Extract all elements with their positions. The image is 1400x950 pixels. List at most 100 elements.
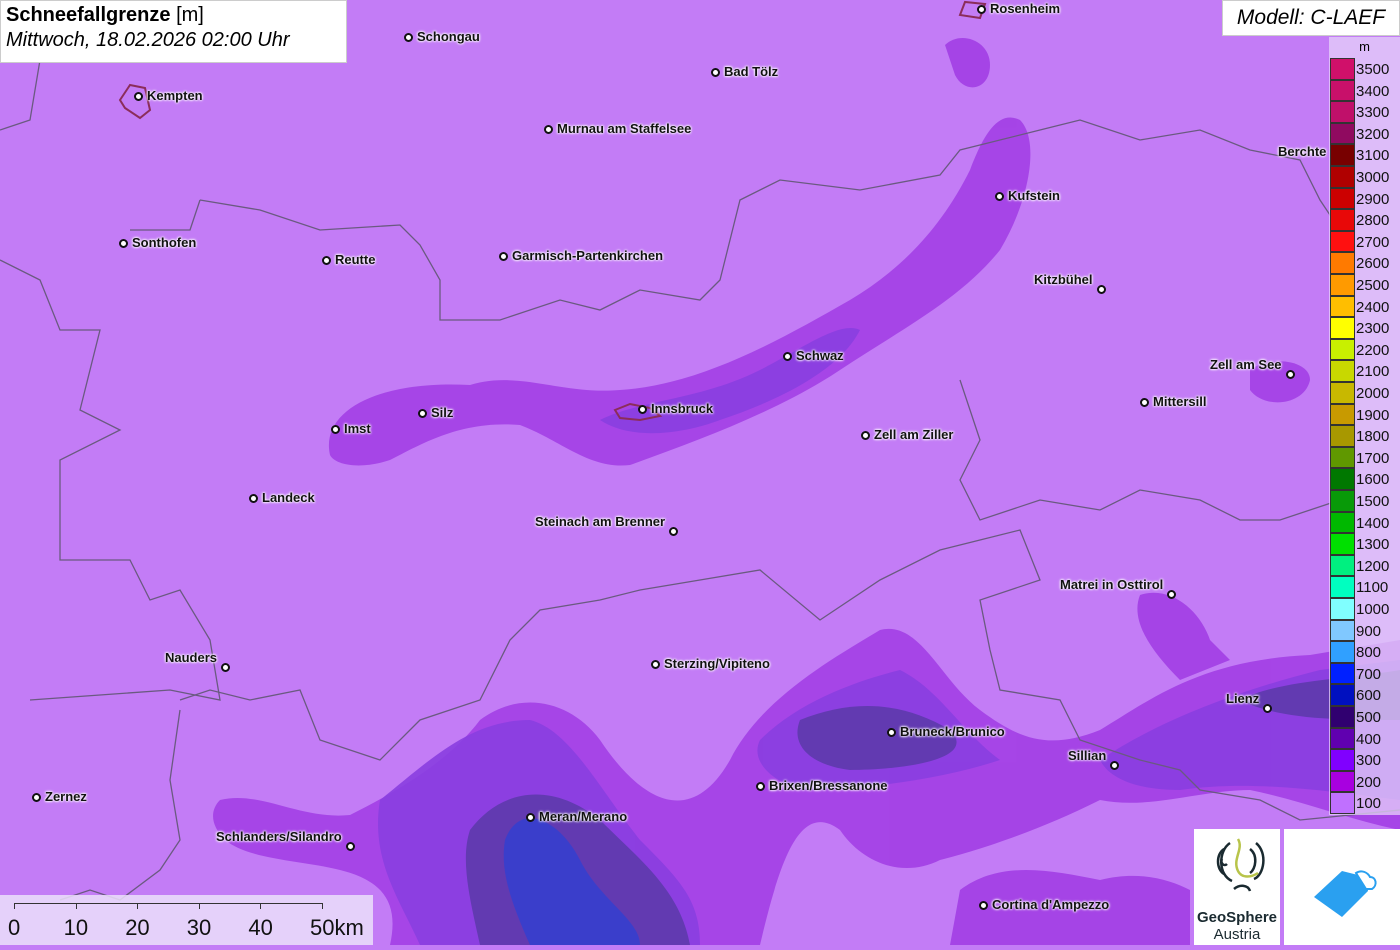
legend-swatch <box>1330 144 1355 166</box>
city-label: Steinach am Brenner <box>535 514 666 529</box>
legend-entry: 1000 <box>1330 598 1400 620</box>
model-label: Modell: C-LAEF <box>1222 0 1400 36</box>
legend-entry: 1300 <box>1330 533 1400 555</box>
legend-entry: 2600 <box>1330 252 1400 274</box>
city-dot <box>220 662 230 672</box>
scale-tick <box>198 903 200 909</box>
legend-swatch <box>1330 187 1355 210</box>
legend-entry: 1700 <box>1330 446 1400 469</box>
city-dot <box>417 408 427 418</box>
city-dot <box>498 251 508 261</box>
legend-entry: 2400 <box>1330 295 1400 318</box>
legend-entry: 2800 <box>1330 209 1400 231</box>
legend-entry: 1500 <box>1330 490 1400 512</box>
legend-label: 800 <box>1356 644 1382 662</box>
city-label: Berchte <box>1278 144 1327 159</box>
legend-swatch <box>1330 706 1355 728</box>
city-label: Reutte <box>335 252 376 267</box>
legend-entry: 700 <box>1330 662 1400 685</box>
map-title: Schneefallgrenze <box>6 4 171 26</box>
city-dot <box>1262 703 1272 713</box>
scale-label: 0 <box>8 915 21 940</box>
legend-swatch <box>1330 598 1355 620</box>
city-label: Garmisch-Partenkirchen <box>512 248 664 263</box>
legend-entry: 3000 <box>1330 166 1400 188</box>
city-label: Kufstein <box>1008 188 1060 203</box>
legend-entry: 1400 <box>1330 511 1400 534</box>
legend-label: 500 <box>1356 709 1382 726</box>
legend-entry: 1900 <box>1330 403 1400 426</box>
city-dot <box>248 493 258 503</box>
legend-label: 3100 <box>1356 147 1390 165</box>
legend-swatch <box>1330 317 1355 339</box>
legend-unit: m <box>1359 39 1370 54</box>
legend-swatch <box>1330 274 1355 296</box>
city-dot <box>321 255 331 265</box>
city-label: Kempten <box>147 88 203 103</box>
legend-swatch <box>1330 792 1355 814</box>
legend-entry: 2300 <box>1330 317 1400 339</box>
title-box: Schneefallgrenze [m] Mittwoch, 18.02.202… <box>0 0 347 63</box>
city-label: Meran/Merano <box>539 809 628 824</box>
city-dot <box>978 900 988 910</box>
legend-entry: 200 <box>1330 770 1400 793</box>
color-legend: m 3500 3400 3300 3200 3100 3000 2900 2800 2700 26… <box>1329 37 1400 815</box>
scale-tick <box>14 903 15 909</box>
city-dot <box>31 792 41 802</box>
legend-label: 900 <box>1356 622 1382 640</box>
scale-label: 20 <box>125 915 150 940</box>
legend-label: 3200 <box>1356 125 1390 143</box>
partner-logo[interactable] <box>1284 829 1400 945</box>
legend-label: 2600 <box>1356 255 1390 273</box>
legend-entry: 3200 <box>1330 122 1400 145</box>
city-label: Zernez <box>45 789 87 804</box>
city-dot <box>525 812 535 822</box>
legend-swatch <box>1330 58 1355 80</box>
legend-label: 2500 <box>1356 277 1390 294</box>
legend-swatch <box>1330 576 1355 598</box>
city-dot <box>782 351 792 361</box>
geosphere-logo[interactable]: GeoSphere Austria <box>1194 829 1280 945</box>
city-label: Schwaz <box>796 348 844 363</box>
scale-tick <box>75 903 77 909</box>
city-dot <box>330 424 340 434</box>
city-dot <box>637 404 647 414</box>
legend-swatch <box>1330 230 1355 253</box>
legend-label: 1900 <box>1356 406 1390 424</box>
city-dot <box>710 67 720 77</box>
city-dot <box>118 238 128 248</box>
legend-entry: 300 <box>1330 749 1400 771</box>
legend-swatch <box>1330 338 1355 361</box>
scale-line <box>14 903 322 904</box>
legend-label: 1300 <box>1356 536 1390 554</box>
legend-label: 2700 <box>1356 233 1390 251</box>
scale-label: 30 <box>186 915 212 940</box>
legend-swatch <box>1330 446 1355 469</box>
legend-entry: 100 <box>1330 792 1400 814</box>
legend-label: 2200 <box>1356 341 1390 359</box>
city-dot <box>668 526 678 536</box>
city-label: Imst <box>344 421 371 436</box>
city-dot <box>1166 589 1176 599</box>
legend-label: 100 <box>1356 795 1382 813</box>
legend-swatch <box>1330 619 1355 642</box>
city-label: Sonthofen <box>132 235 197 250</box>
legend-entry: 1800 <box>1330 425 1400 447</box>
legend-entry: 800 <box>1330 641 1400 663</box>
city-dot <box>543 124 553 134</box>
city-label: Landeck <box>262 490 315 505</box>
legend-label: 1100 <box>1356 579 1389 597</box>
city-label: Schongau <box>417 29 480 44</box>
snowline-map[interactable] <box>0 0 1400 945</box>
legend-swatch <box>1330 533 1355 555</box>
legend-entry: 2200 <box>1330 338 1400 361</box>
legend-swatch <box>1330 770 1355 793</box>
legend-swatch <box>1330 554 1355 577</box>
geosphere-name: GeoSphere <box>1196 909 1278 926</box>
legend-label: 600 <box>1356 687 1382 705</box>
scale-bar: 0 10 20 30 40 50km <box>0 895 373 945</box>
legend-swatch <box>1330 727 1355 750</box>
title-unit: [m] <box>176 4 204 26</box>
legend-label: 400 <box>1356 730 1382 748</box>
legend-swatch <box>1330 209 1355 231</box>
